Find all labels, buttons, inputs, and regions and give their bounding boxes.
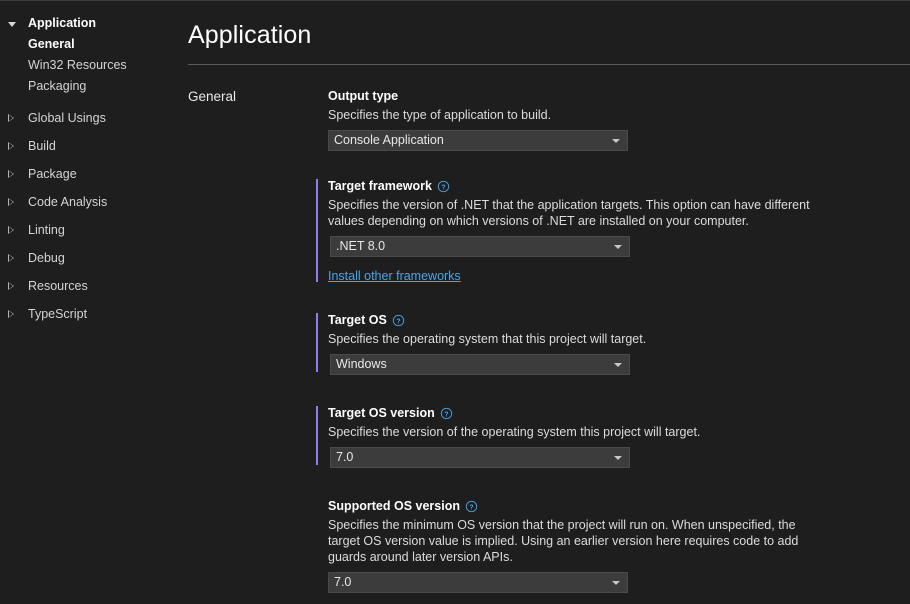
field-title-row: Supported OS version ? bbox=[328, 498, 910, 515]
triangle-right-icon bbox=[6, 225, 22, 234]
sidebar-item-code-analysis[interactable]: Code Analysis bbox=[0, 191, 178, 213]
chevron-down-icon bbox=[612, 581, 620, 585]
target-os-value: Windows bbox=[336, 357, 387, 371]
sidebar-item-label: Build bbox=[28, 139, 56, 153]
sidebar-item-packaging[interactable]: Packaging bbox=[0, 76, 178, 97]
properties-content-pane: Application General Output type Specifie… bbox=[178, 1, 910, 604]
sidebar-item-win32-resources[interactable]: Win32 Resources bbox=[0, 55, 178, 76]
supported-os-version-value: 7.0 bbox=[334, 575, 352, 589]
chevron-down-icon bbox=[612, 139, 620, 143]
sidebar-item-global-usings[interactable]: Global Usings bbox=[0, 107, 178, 129]
target-framework-dropdown[interactable]: .NET 8.0 bbox=[330, 236, 630, 257]
section-label: General bbox=[188, 89, 237, 104]
svg-text:?: ? bbox=[441, 184, 445, 191]
page-title: Application bbox=[188, 21, 312, 49]
field-label: Supported OS version bbox=[328, 499, 460, 513]
triangle-down-icon bbox=[6, 21, 22, 27]
field-description: Specifies the version of the operating s… bbox=[328, 425, 701, 439]
field-label: Output type bbox=[328, 89, 399, 103]
target-framework-value: .NET 8.0 bbox=[336, 239, 386, 253]
field-label: Target OS bbox=[328, 313, 387, 327]
field-title-row: Target OS version ? bbox=[328, 405, 910, 422]
general-section: General Output type Specifies the type o… bbox=[188, 65, 910, 593]
sidebar-item-label: Debug bbox=[28, 251, 65, 265]
chevron-down-icon bbox=[614, 245, 622, 249]
sidebar-item-label: Linting bbox=[28, 223, 65, 237]
triangle-right-icon bbox=[6, 113, 22, 122]
field-title-row: Target framework ? bbox=[328, 178, 910, 195]
sidebar-subitem-label: Win32 Resources bbox=[28, 58, 127, 72]
triangle-right-icon bbox=[6, 309, 22, 318]
help-circle-icon[interactable]: ? bbox=[440, 407, 453, 420]
sidebar-item-label: TypeScript bbox=[28, 307, 88, 321]
svg-text:?: ? bbox=[469, 504, 473, 511]
field-title-row: Output type bbox=[328, 88, 910, 105]
sidebar-subitem-label: Packaging bbox=[28, 79, 87, 93]
field-label: Target OS version bbox=[328, 406, 435, 420]
field-description: Specifies the type of application to bui… bbox=[328, 108, 552, 122]
field-title-row: Target OS ? bbox=[328, 312, 910, 329]
sidebar-item-resources[interactable]: Resources bbox=[0, 275, 178, 297]
help-circle-icon[interactable]: ? bbox=[437, 180, 450, 193]
help-circle-icon[interactable]: ? bbox=[392, 314, 405, 327]
field-output-type: Output type Specifies the type of applic… bbox=[316, 88, 910, 151]
triangle-right-icon bbox=[6, 197, 22, 206]
field-description: Specifies the minimum OS version that th… bbox=[328, 518, 799, 564]
sidebar-item-label: Package bbox=[28, 167, 77, 181]
field-target-os: Target OS ? Specifies the operating syst… bbox=[316, 312, 910, 375]
sidebar-item-label: Global Usings bbox=[28, 111, 106, 125]
field-supported-os-version: Supported OS version ? Specifies the min… bbox=[316, 498, 910, 593]
target-os-version-dropdown[interactable]: 7.0 bbox=[330, 447, 630, 468]
target-os-dropdown[interactable]: Windows bbox=[330, 354, 630, 375]
sidebar-item-label: Application bbox=[28, 16, 97, 30]
field-description: Specifies the version of .NET that the a… bbox=[328, 198, 810, 228]
target-os-version-value: 7.0 bbox=[336, 450, 354, 464]
sidebar-item-linting[interactable]: Linting bbox=[0, 219, 178, 241]
sidebar-item-label: Resources bbox=[28, 279, 88, 293]
sidebar-item-package[interactable]: Package bbox=[0, 163, 178, 185]
chevron-down-icon bbox=[614, 456, 622, 460]
help-circle-icon[interactable]: ? bbox=[465, 500, 478, 513]
output-type-value: Console Application bbox=[334, 133, 444, 147]
properties-nav-sidebar[interactable]: Application General Win32 Resources Pack… bbox=[0, 1, 178, 604]
sidebar-item-label: Code Analysis bbox=[28, 195, 108, 209]
sidebar-item-application[interactable]: Application bbox=[0, 12, 178, 34]
triangle-right-icon bbox=[6, 141, 22, 150]
field-target-os-version: Target OS version ? Specifies the versio… bbox=[316, 405, 910, 468]
properties-window: Application General Win32 Resources Pack… bbox=[0, 0, 910, 604]
chevron-down-icon bbox=[614, 363, 622, 367]
sidebar-item-debug[interactable]: Debug bbox=[0, 247, 178, 269]
field-target-framework: Target framework ? Specifies the version… bbox=[316, 178, 910, 285]
fields-column: Output type Specifies the type of applic… bbox=[316, 88, 910, 593]
sidebar-subitem-label: General bbox=[28, 37, 75, 51]
sidebar-item-typescript[interactable]: TypeScript bbox=[0, 303, 178, 325]
install-other-frameworks-link[interactable]: Install other frameworks bbox=[328, 268, 461, 284]
output-type-dropdown[interactable]: Console Application bbox=[328, 130, 628, 151]
field-description: Specifies the operating system that this… bbox=[328, 332, 647, 346]
field-label: Target framework bbox=[328, 179, 432, 193]
supported-os-version-dropdown[interactable]: 7.0 bbox=[328, 572, 628, 593]
sidebar-item-build[interactable]: Build bbox=[0, 135, 178, 157]
triangle-right-icon bbox=[6, 253, 22, 262]
triangle-right-icon bbox=[6, 281, 22, 290]
svg-text:?: ? bbox=[396, 318, 400, 325]
triangle-right-icon bbox=[6, 169, 22, 178]
svg-text:?: ? bbox=[444, 411, 448, 418]
sidebar-item-general[interactable]: General bbox=[0, 34, 178, 55]
